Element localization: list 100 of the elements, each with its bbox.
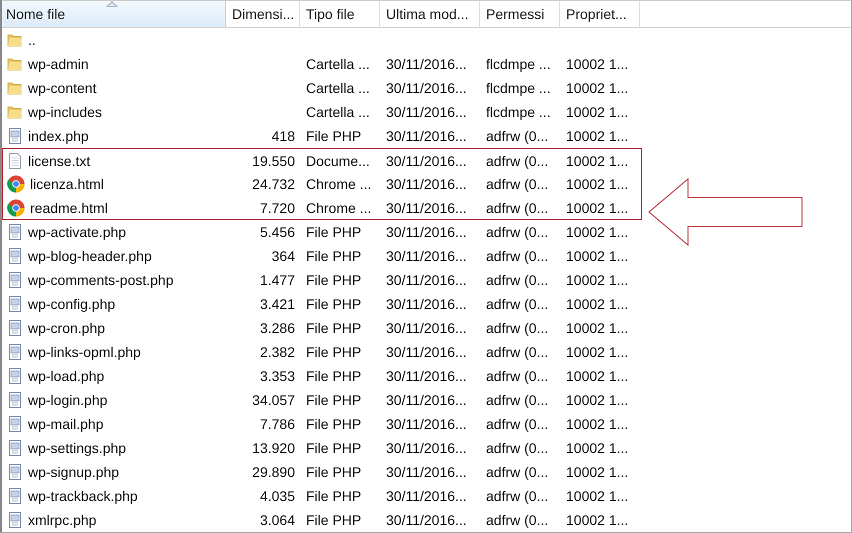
owner: 10002 1...: [566, 152, 628, 168]
column-header[interactable]: Ultima mod...: [380, 1, 480, 27]
owner: 10002 1...: [566, 320, 628, 336]
file-type: File PHP: [306, 392, 362, 408]
permissions: adfrw (0...: [486, 488, 548, 504]
file-name[interactable]: wp-settings.php: [28, 440, 126, 456]
modified-date: 30/11/2016...: [386, 440, 467, 456]
column-header[interactable]: Dimensi...: [226, 1, 300, 27]
file-name[interactable]: xmlrpc.php: [28, 512, 96, 528]
file-name[interactable]: licenza.html: [30, 176, 104, 192]
permissions: adfrw (0...: [486, 296, 548, 312]
file-type: File PHP: [306, 344, 362, 360]
file-name[interactable]: wp-trackback.php: [28, 488, 138, 504]
permissions: adfrw (0...: [486, 416, 548, 432]
file-type: File PHP: [306, 128, 362, 144]
file-name[interactable]: ..: [28, 32, 36, 48]
file-size: 24.732: [252, 176, 295, 192]
owner: 10002 1...: [566, 200, 628, 216]
file-name[interactable]: readme.html: [30, 200, 108, 216]
column-header[interactable]: Tipo file: [300, 1, 380, 27]
folder-icon: [7, 104, 23, 120]
owner: 10002 1...: [566, 56, 628, 72]
column-header[interactable]: Nome file: [2, 1, 226, 27]
modified-date: 30/11/2016...: [386, 248, 467, 264]
file-size: 34.057: [252, 392, 295, 408]
modified-date: 30/11/2016...: [386, 488, 467, 504]
file-name[interactable]: wp-links-opml.php: [28, 344, 141, 360]
modified-date: 30/11/2016...: [386, 224, 467, 240]
permissions: adfrw (0...: [486, 344, 548, 360]
file-type: File PHP: [306, 440, 362, 456]
file-size: 7.786: [260, 416, 295, 432]
modified-date: 30/11/2016...: [386, 512, 467, 528]
file-type: Chrome ...: [306, 200, 372, 216]
owner: 10002 1...: [566, 248, 628, 264]
permissions: adfrw (0...: [486, 152, 548, 168]
permissions: adfrw (0...: [486, 392, 548, 408]
script-file-icon: [7, 272, 23, 288]
file-name[interactable]: wp-cron.php: [28, 320, 106, 336]
file-name[interactable]: wp-content: [28, 80, 96, 96]
modified-date: 30/11/2016...: [386, 344, 467, 360]
file-size: 3.421: [260, 296, 295, 312]
folder-icon: [7, 32, 23, 48]
file-size: 19.550: [252, 152, 295, 168]
file-size: 3.353: [260, 368, 295, 384]
modified-date: 30/11/2016...: [386, 392, 467, 408]
file-name[interactable]: wp-blog-header.php: [28, 248, 152, 264]
sort-arrow-icon: [106, 1, 118, 7]
file-type: File PHP: [306, 248, 362, 264]
file-name[interactable]: wp-admin: [28, 56, 89, 72]
file-size: 7.720: [260, 200, 295, 216]
file-type: File PHP: [306, 272, 362, 288]
folder-icon: [7, 80, 23, 96]
column-header[interactable]: Permessi: [480, 1, 560, 27]
file-name[interactable]: wp-mail.php: [28, 416, 104, 432]
owner: 10002 1...: [566, 128, 628, 144]
file-size: 29.890: [252, 464, 295, 480]
browser-icon: [7, 198, 25, 216]
permissions: adfrw (0...: [486, 368, 548, 384]
permissions: flcdmpe ...: [486, 104, 551, 120]
script-file-icon: [7, 296, 23, 312]
file-name[interactable]: wp-config.php: [28, 296, 116, 312]
script-file-icon: [7, 248, 23, 264]
file-name[interactable]: wp-comments-post.php: [28, 272, 174, 288]
owner: 10002 1...: [566, 104, 628, 120]
file-name[interactable]: index.php: [28, 128, 89, 144]
script-file-icon: [7, 440, 23, 456]
permissions: adfrw (0...: [486, 320, 548, 336]
file-name[interactable]: wp-activate.php: [28, 224, 126, 240]
file-size: 3.286: [260, 320, 295, 336]
file-name[interactable]: wp-signup.php: [28, 464, 120, 480]
modified-date: 30/11/2016...: [386, 200, 467, 216]
file-name[interactable]: wp-login.php: [28, 392, 108, 408]
modified-date: 30/11/2016...: [386, 416, 467, 432]
file-size: 1.477: [260, 272, 295, 288]
permissions: adfrw (0...: [486, 176, 548, 192]
file-type: Docume...: [306, 152, 370, 168]
script-file-icon: [7, 128, 23, 144]
modified-date: 30/11/2016...: [386, 464, 467, 480]
file-name[interactable]: license.txt: [28, 152, 90, 168]
script-file-icon: [7, 320, 23, 336]
file-name[interactable]: wp-load.php: [28, 368, 104, 384]
file-type: File PHP: [306, 296, 362, 312]
script-file-icon: [7, 368, 23, 384]
browser-icon: [7, 175, 25, 193]
file-size: 418: [272, 128, 295, 144]
permissions: adfrw (0...: [486, 248, 548, 264]
modified-date: 30/11/2016...: [386, 104, 467, 120]
permissions: adfrw (0...: [486, 512, 548, 528]
owner: 10002 1...: [566, 464, 628, 480]
modified-date: 30/11/2016...: [386, 272, 467, 288]
permissions: flcdmpe ...: [486, 80, 551, 96]
file-name[interactable]: wp-includes: [28, 104, 102, 120]
file-type: File PHP: [306, 224, 362, 240]
permissions: flcdmpe ...: [486, 56, 551, 72]
permissions: adfrw (0...: [486, 440, 548, 456]
column-header[interactable]: Propriet...: [560, 1, 640, 27]
modified-date: 30/11/2016...: [386, 320, 467, 336]
script-file-icon: [7, 224, 23, 240]
owner: 10002 1...: [566, 416, 628, 432]
owner: 10002 1...: [566, 296, 628, 312]
